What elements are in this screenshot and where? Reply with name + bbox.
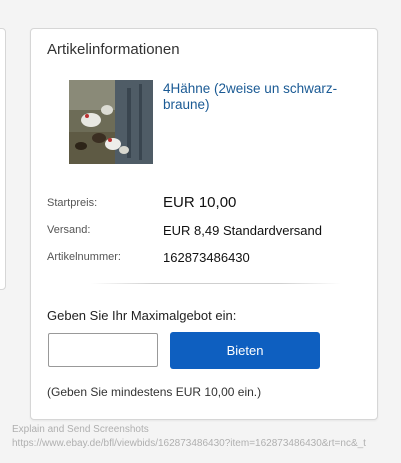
item-info-card: Artikelinformationen 4Hähne (2weise un s… [30, 28, 378, 420]
item-title-link[interactable]: 4Hähne (2weise un schwarz-braune) [163, 81, 363, 113]
min-bid-hint: (Geben Sie mindestens EUR 10,00 ein.) [47, 385, 262, 399]
start-price-value: EUR 10,00 [163, 194, 237, 211]
card-title: Artikelinformationen [47, 41, 180, 58]
overlay-caption: Explain and Send Screenshots [12, 424, 149, 435]
shipping-value: EUR 8,49 Standardversand [163, 223, 322, 238]
max-bid-label: Geben Sie Ihr Maximalgebot ein: [47, 308, 237, 323]
item-thumbnail[interactable] [69, 80, 153, 164]
shipping-label: Versand: [47, 224, 91, 236]
rooster-photo [69, 80, 153, 164]
item-number-value: 162873486430 [163, 250, 250, 265]
bid-button[interactable]: Bieten [170, 332, 320, 369]
max-bid-input[interactable] [48, 333, 158, 367]
item-number-label: Artikelnummer: [47, 251, 121, 263]
divider [91, 283, 341, 284]
start-price-label: Startpreis: [47, 197, 98, 209]
overlay-url: https://www.ebay.de/bfl/viewbids/1628734… [12, 438, 366, 449]
adjacent-card-edge [0, 28, 6, 290]
